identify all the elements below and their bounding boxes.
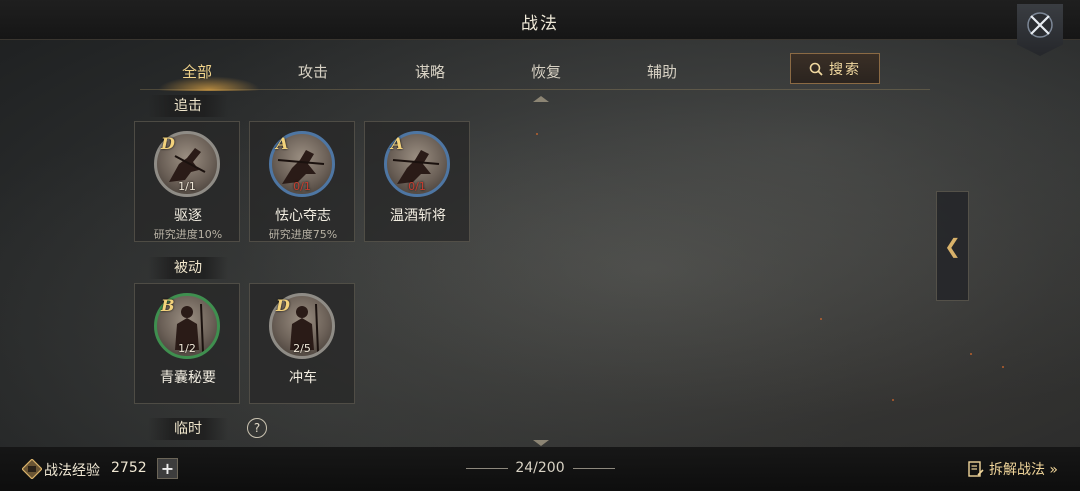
tab-recovery[interactable]: 恢复 xyxy=(506,61,586,82)
decompose-skill-button[interactable]: 拆解战法 » xyxy=(967,459,1058,479)
grade-label: A xyxy=(276,134,289,153)
grade-label: D xyxy=(161,134,175,153)
chevron-left-icon: ❮ xyxy=(944,234,961,258)
grade-label: D xyxy=(276,296,290,315)
skill-card-quzhu[interactable]: D 1/1 驱逐 研究进度10% xyxy=(134,121,240,242)
search-label: 搜索 xyxy=(829,61,861,78)
skill-name: 青囊秘要 xyxy=(160,370,216,386)
scroll-up-icon[interactable] xyxy=(533,96,549,102)
section-title-passive: 被动 xyxy=(148,257,228,279)
document-edit-icon xyxy=(968,461,984,477)
level-label: 1/2 xyxy=(178,342,196,355)
scroll-down-icon[interactable] xyxy=(533,440,549,446)
divider-line xyxy=(573,468,615,469)
ember xyxy=(1002,366,1004,368)
skill-name: 冲车 xyxy=(289,370,317,386)
level-label: 0/1 xyxy=(293,180,311,193)
research-progress: 研究进度10% xyxy=(153,228,223,241)
skill-card-qingnang[interactable]: B 1/2 青囊秘要 xyxy=(134,283,240,404)
skill-exp-icon xyxy=(22,459,42,479)
ember xyxy=(536,133,538,135)
skill-exp-value: 2752 xyxy=(111,460,147,476)
bottom-bar: 战法经验 2752 + 24/200 拆解战法 » xyxy=(0,447,1080,491)
close-button[interactable] xyxy=(1017,4,1063,56)
level-label: 2/5 xyxy=(293,342,311,355)
search-icon xyxy=(809,62,823,76)
help-icon[interactable]: ? xyxy=(247,418,267,438)
section-title-temporary: 临时 xyxy=(148,418,228,440)
grade-label: B xyxy=(161,296,175,315)
page-title: 战法 xyxy=(521,14,559,34)
skill-name: 驱逐 xyxy=(174,208,202,224)
tab-strategy[interactable]: 谋略 xyxy=(390,61,470,82)
ember xyxy=(892,399,894,401)
tab-attack[interactable]: 攻击 xyxy=(273,61,353,82)
expand-panel-tab[interactable]: ❮ xyxy=(936,191,969,301)
skill-exp-label: 战法经验 xyxy=(44,463,100,479)
add-exp-button[interactable]: + xyxy=(157,458,178,479)
skill-card-chongche[interactable]: D 2/5 冲车 xyxy=(249,283,355,404)
title-bar: 战法 xyxy=(0,0,1080,40)
decompose-skill-label: 拆解战法 » xyxy=(988,462,1058,478)
level-label: 0/1 xyxy=(408,180,426,193)
tab-support[interactable]: 辅助 xyxy=(622,61,702,82)
grade-label: A xyxy=(391,134,404,153)
search-button[interactable]: 搜索 xyxy=(790,53,880,84)
crossed-swords-icon xyxy=(1027,12,1053,38)
skill-name: 温酒斩将 xyxy=(390,208,446,224)
skill-card-wenjiu[interactable]: A 0/1 温酒斩将 xyxy=(364,121,470,242)
ember xyxy=(820,318,822,320)
section-title-pursuit: 追击 xyxy=(148,95,228,117)
level-label: 1/1 xyxy=(178,180,196,193)
tab-all[interactable]: 全部 xyxy=(157,61,237,82)
skill-card-qiexin[interactable]: A 0/1 怯心夺志 研究进度75% xyxy=(249,121,355,242)
ember xyxy=(970,353,972,355)
skill-name: 怯心夺志 xyxy=(275,208,331,224)
research-progress: 研究进度75% xyxy=(268,228,338,241)
